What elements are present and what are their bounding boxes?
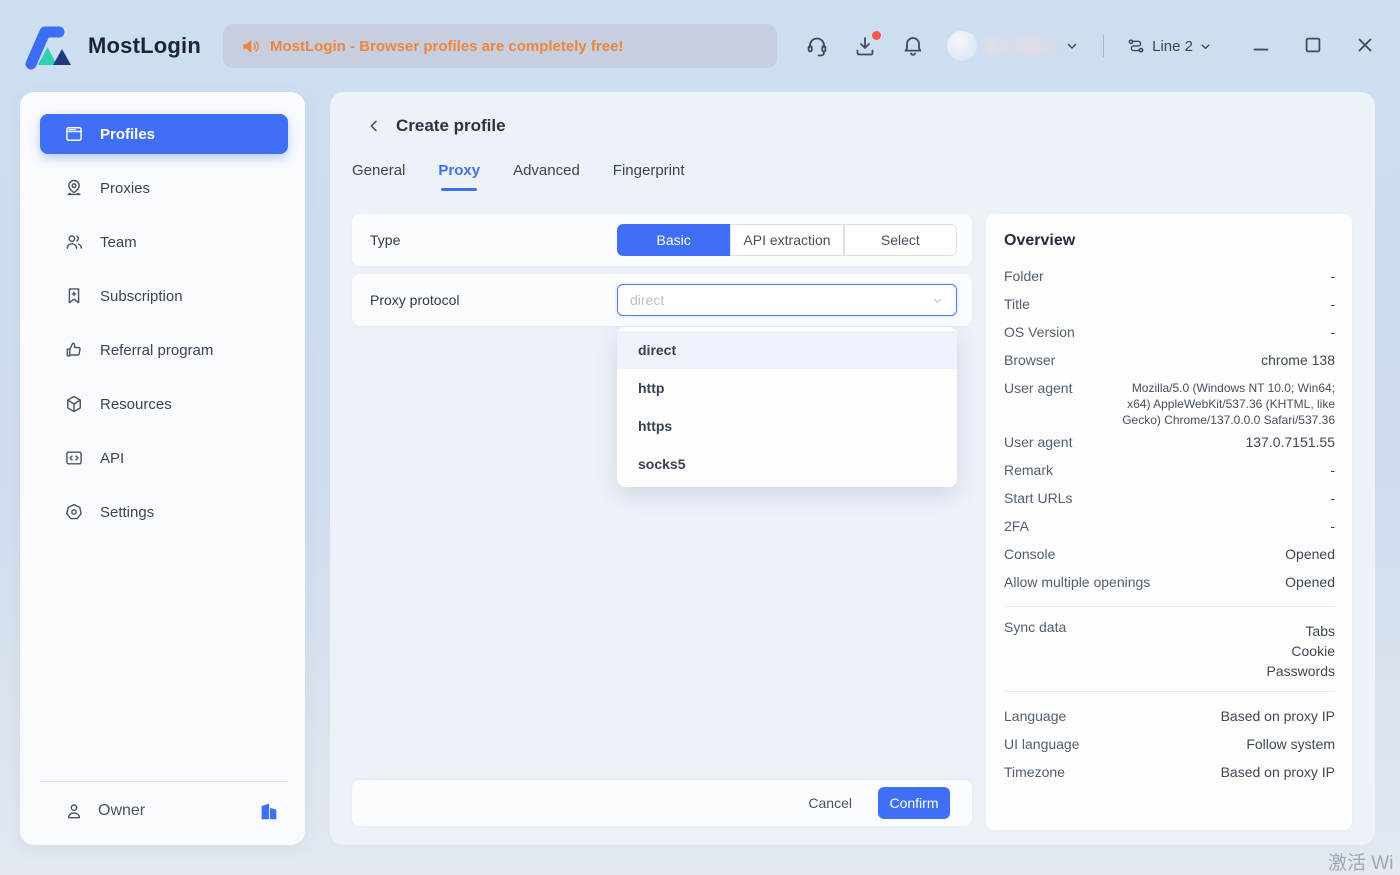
overview-row-remark: Remark - xyxy=(1004,462,1335,478)
proxy-protocol-row: Proxy protocol direct xyxy=(352,274,972,326)
brand-title: MostLogin xyxy=(88,33,201,58)
notification-dot xyxy=(872,31,882,40)
proxy-protocol-dropdown: direct http https socks5 xyxy=(617,327,957,487)
person-icon xyxy=(67,803,81,818)
sidebar-item-proxies[interactable]: Proxies xyxy=(40,168,288,208)
sidebar-item-label: Proxies xyxy=(100,179,151,197)
tab-proxy[interactable]: Proxy xyxy=(438,162,480,191)
cancel-button[interactable]: Cancel xyxy=(808,795,852,811)
type-option-api-extraction[interactable]: API extraction xyxy=(730,224,844,256)
settings-icon xyxy=(66,503,82,520)
type-label: Type xyxy=(370,232,401,248)
type-option-select[interactable]: Select xyxy=(843,224,957,256)
sidebar-item-label: Referral program xyxy=(100,341,214,359)
overview-row-timezone: Timezone Based on proxy IP xyxy=(1004,764,1335,780)
owner-label: Owner xyxy=(98,801,146,819)
chevron-down-icon xyxy=(1201,43,1210,49)
users-icon xyxy=(66,235,82,249)
sidebar-item-subscription[interactable]: Subscription xyxy=(40,276,288,316)
overview-row-os-version: OS Version - xyxy=(1004,324,1335,340)
page-title: Create profile xyxy=(396,116,506,135)
mostlogin-logo-icon xyxy=(22,22,78,70)
overview-divider xyxy=(1004,691,1335,692)
overview-row-console: Console Opened xyxy=(1004,546,1335,562)
bookmark-plus-icon xyxy=(68,288,80,304)
tab-advanced[interactable]: Advanced xyxy=(513,162,580,191)
location-pin-icon xyxy=(67,179,81,196)
back-icon[interactable] xyxy=(366,118,382,134)
breadcrumb: Create profile xyxy=(366,116,506,136)
sidebar-item-referral-program[interactable]: Referral program xyxy=(40,330,288,370)
tab-fingerprint[interactable]: Fingerprint xyxy=(613,162,685,191)
sidebar-item-label: Resources xyxy=(100,395,172,413)
confirm-button[interactable]: Confirm xyxy=(878,787,950,819)
overview-row-folder: Folder - xyxy=(1004,268,1335,284)
download-icon[interactable] xyxy=(853,31,882,58)
sidebar-item-team[interactable]: Team xyxy=(40,222,288,262)
sidebar-item-api[interactable]: API xyxy=(40,438,288,478)
dropdown-option-direct[interactable]: direct xyxy=(617,331,957,369)
code-window-icon xyxy=(66,451,82,465)
chevron-down-icon xyxy=(933,298,942,303)
sidebar-item-label: Profiles xyxy=(100,125,156,143)
support-headset-icon[interactable] xyxy=(805,34,829,58)
username-blurred xyxy=(985,37,1058,55)
sidebar: Profiles Proxies Team Subscription Refer… xyxy=(20,92,305,845)
overview-row-title: Title - xyxy=(1004,296,1335,312)
select-placeholder: direct xyxy=(630,292,665,308)
thumbs-up-icon xyxy=(66,342,81,357)
route-icon xyxy=(1128,39,1144,53)
overview-row-ui-language: UI language Follow system xyxy=(1004,736,1335,752)
tab-general[interactable]: General xyxy=(352,162,405,191)
sidebar-item-settings[interactable]: Settings xyxy=(40,492,288,532)
overview-row-language: Language Based on proxy IP xyxy=(1004,708,1335,724)
overview-panel: Overview Folder - Title - OS Version - B… xyxy=(986,214,1352,830)
form-footer: Cancel Confirm xyxy=(352,780,972,826)
overview-row-browser: Browser chrome 138 xyxy=(1004,352,1335,368)
sidebar-item-label: Subscription xyxy=(100,287,183,305)
overview-title: Overview xyxy=(1004,232,1076,249)
sidebar-item-profiles[interactable]: Profiles xyxy=(40,114,288,154)
activation-watermark: 激活 Wi xyxy=(1328,853,1394,874)
header-divider xyxy=(1103,35,1105,57)
type-segmented-control: Basic API extraction Select xyxy=(617,224,957,256)
dropdown-option-https[interactable]: https xyxy=(617,407,957,445)
create-profile-panel: Create profile General Proxy Advanced Fi… xyxy=(330,92,1375,845)
minimize-icon[interactable] xyxy=(1250,34,1274,58)
avatar xyxy=(947,31,978,61)
line-label: Line 2 xyxy=(1152,37,1193,55)
speaker-icon xyxy=(243,39,259,53)
type-option-basic[interactable]: Basic xyxy=(617,224,731,256)
sidebar-footer: Owner xyxy=(40,781,288,845)
sidebar-item-label: Team xyxy=(100,233,137,251)
profile-tabs: General Proxy Advanced Fingerprint xyxy=(352,162,685,191)
close-icon[interactable] xyxy=(1354,34,1378,58)
announcement-text: MostLogin - Browser profiles are complet… xyxy=(270,37,624,55)
type-row: Type Basic API extraction Select xyxy=(352,214,972,266)
announcement-banner[interactable]: MostLogin - Browser profiles are complet… xyxy=(223,24,777,68)
overview-row-2fa: 2FA - xyxy=(1004,518,1335,534)
browser-window-icon xyxy=(66,127,82,141)
dropdown-option-http[interactable]: http xyxy=(617,369,957,407)
chevron-down-icon xyxy=(1067,43,1077,49)
proxy-protocol-select[interactable]: direct xyxy=(617,284,957,316)
user-account-menu[interactable] xyxy=(947,31,1079,61)
sidebar-item-label: API xyxy=(100,449,125,467)
dropdown-option-socks5[interactable]: socks5 xyxy=(617,445,957,483)
maximize-icon[interactable] xyxy=(1302,34,1326,58)
line-selector[interactable]: Line 2 xyxy=(1126,36,1212,56)
overview-row-allow-multiple-openings: Allow multiple openings Opened xyxy=(1004,574,1335,590)
bell-icon[interactable] xyxy=(901,34,925,58)
overview-row-sync-data: Sync data Tabs Cookie Passwords xyxy=(1004,619,1335,679)
sidebar-item-resources[interactable]: Resources xyxy=(40,384,288,424)
overview-row-start-urls: Start URLs - xyxy=(1004,490,1335,506)
sidebar-item-label: Settings xyxy=(100,503,155,521)
overview-divider xyxy=(1004,606,1335,607)
overview-row-user-agent: User agent Mozilla/5.0 (Windows NT 10.0;… xyxy=(1004,380,1335,427)
overview-row-user-agent-version: User agent 137.0.7151.55 xyxy=(1004,434,1335,450)
building-icon[interactable] xyxy=(258,800,280,822)
app-header: MostLogin MostLogin - Browser profiles a… xyxy=(0,0,1400,92)
proxy-protocol-label: Proxy protocol xyxy=(370,292,460,308)
package-icon xyxy=(67,395,81,413)
